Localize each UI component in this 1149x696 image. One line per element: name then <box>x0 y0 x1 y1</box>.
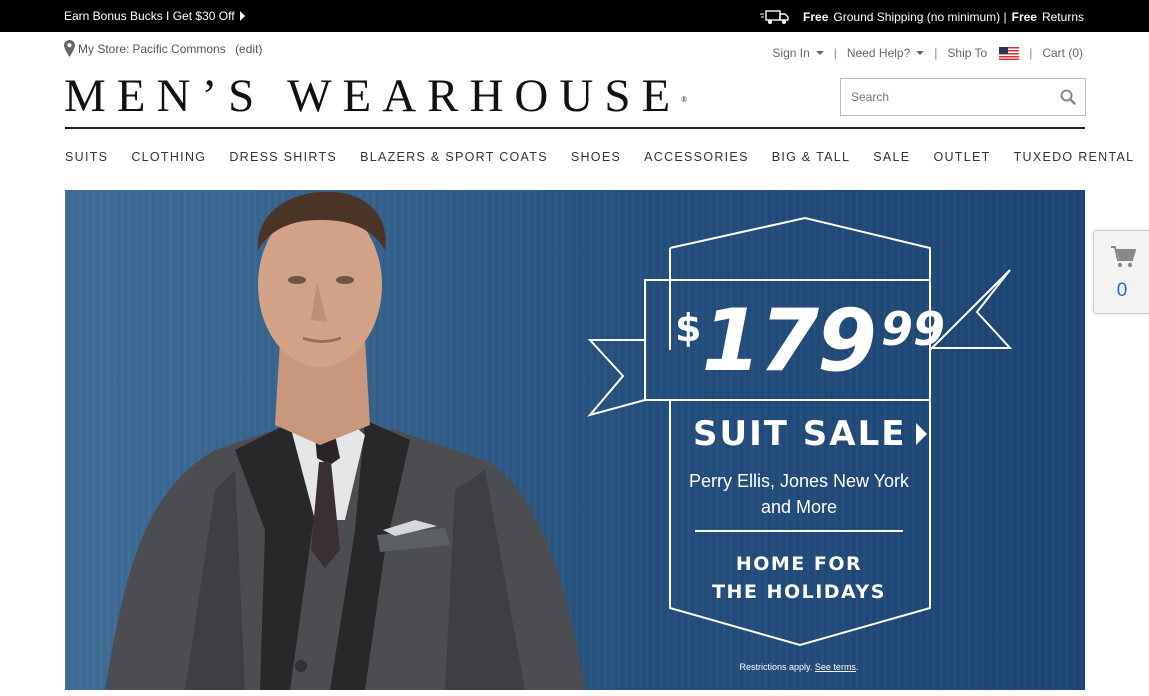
nav-item-big-tall[interactable]: BIG & TALL <box>772 150 851 164</box>
account-links: Sign In | Need Help? | Ship To | Cart (0… <box>772 46 1083 60</box>
search-input[interactable] <box>841 79 1051 115</box>
brands-line: Perry Ellis, Jones New York <box>688 471 910 491</box>
need-help-label: Need Help? <box>846 46 911 60</box>
bonus-bucks-text: Earn Bonus Bucks I Get $30 Off <box>64 9 235 23</box>
logo-text: MEN’S WEARHOUSE <box>64 70 682 122</box>
brands-text: Perry Ellis, Jones New York and More <box>665 468 933 520</box>
cart-link[interactable]: Cart (0) <box>1042 46 1083 60</box>
caret-right-icon <box>239 11 245 21</box>
nav-item-shoes[interactable]: SHOES <box>571 150 621 164</box>
nav-item-accessories[interactable]: ACCESSORIES <box>644 150 749 164</box>
site-logo[interactable]: MEN’S WEARHOUSE® <box>64 72 687 120</box>
brands-line: and More <box>760 497 838 517</box>
promo-bar: Earn Bonus Bucks I Get $30 Off Free Grou… <box>0 0 1149 32</box>
need-help-dropdown[interactable]: Need Help? <box>846 46 925 60</box>
nav-item-blazers[interactable]: BLAZERS & SPORT COATS <box>360 150 548 164</box>
bonus-bucks-link[interactable]: Earn Bonus Bucks I Get $30 Off <box>64 9 245 23</box>
restrictions-note: Restrictions apply. See terms. <box>665 662 933 672</box>
store-prefix: My Store: <box>78 41 130 56</box>
shopping-cart-icon <box>1111 246 1136 268</box>
us-flag-icon <box>999 46 1020 60</box>
header-divider <box>65 127 1085 129</box>
sale-badge-outline <box>587 216 1013 647</box>
hero-banner[interactable]: $ 179 99 SUIT SALE Perry Ellis, Jones Ne… <box>65 190 1085 690</box>
price-currency: $ <box>675 306 702 350</box>
restrictions-period: . <box>855 662 859 672</box>
chevron-down-icon <box>815 51 824 55</box>
holiday-line: HOME FOR <box>735 553 863 575</box>
holiday-line: THE HOLIDAYS <box>712 581 886 603</box>
returns-text: Returns <box>1041 10 1084 24</box>
price-cents: 99 <box>880 302 945 356</box>
search-box <box>840 78 1086 116</box>
free-label: Free <box>1011 10 1037 24</box>
sign-in-label: Sign In <box>772 46 810 60</box>
ship-to-label: Ship To <box>947 46 988 60</box>
sign-in-dropdown[interactable]: Sign In <box>772 46 824 60</box>
nav-item-sale[interactable]: SALE <box>873 150 910 164</box>
suit-sale-headline: SUIT SALE <box>693 414 907 454</box>
separator: | <box>1029 46 1033 60</box>
shipping-text: Ground Shipping (no minimum) | <box>833 10 1007 24</box>
price-whole: 179 <box>701 291 877 391</box>
separator: | <box>833 46 837 60</box>
nav-item-tuxedo-rental[interactable]: TUXEDO RENTAL <box>1014 150 1135 164</box>
caret-right-icon <box>916 423 928 445</box>
main-nav: SUITS CLOTHING DRESS SHIRTS BLAZERS & SP… <box>65 150 1134 164</box>
free-shipping-message[interactable]: Free Ground Shipping (no minimum) | Free… <box>760 9 1084 25</box>
see-terms-link[interactable]: See terms <box>815 662 856 672</box>
location-pin-icon <box>64 40 75 57</box>
nav-item-clothing[interactable]: CLOTHING <box>131 150 206 164</box>
store-name: Pacific Commons <box>132 41 226 56</box>
floating-cart-button[interactable]: 0 <box>1093 230 1149 314</box>
chevron-down-icon <box>916 51 925 55</box>
free-label: Free <box>803 10 829 24</box>
cart-count: 0 <box>1116 280 1128 301</box>
badge-divider <box>695 530 903 532</box>
separator: | <box>934 46 938 60</box>
my-store-link[interactable]: My Store: Pacific Commons (edit) <box>64 40 262 57</box>
nav-item-dress-shirts[interactable]: DRESS SHIRTS <box>229 150 337 164</box>
utility-row: My Store: Pacific Commons (edit) Sign In … <box>0 38 1149 62</box>
registered-mark: ® <box>681 95 688 104</box>
suit-sale-link[interactable]: SUIT SALE <box>693 414 928 454</box>
nav-item-outlet[interactable]: OUTLET <box>933 150 990 164</box>
ship-to-selector[interactable]: Ship To <box>947 46 1020 60</box>
holiday-tagline: HOME FOR THE HOLIDAYS <box>665 550 933 606</box>
search-icon[interactable] <box>1051 79 1085 115</box>
truck-icon <box>760 10 789 24</box>
restrictions-text: Restrictions apply. <box>739 662 813 672</box>
nav-item-suits[interactable]: SUITS <box>65 150 108 164</box>
store-edit-link[interactable]: (edit) <box>235 42 262 56</box>
sale-price: $ 179 99 <box>675 298 945 384</box>
